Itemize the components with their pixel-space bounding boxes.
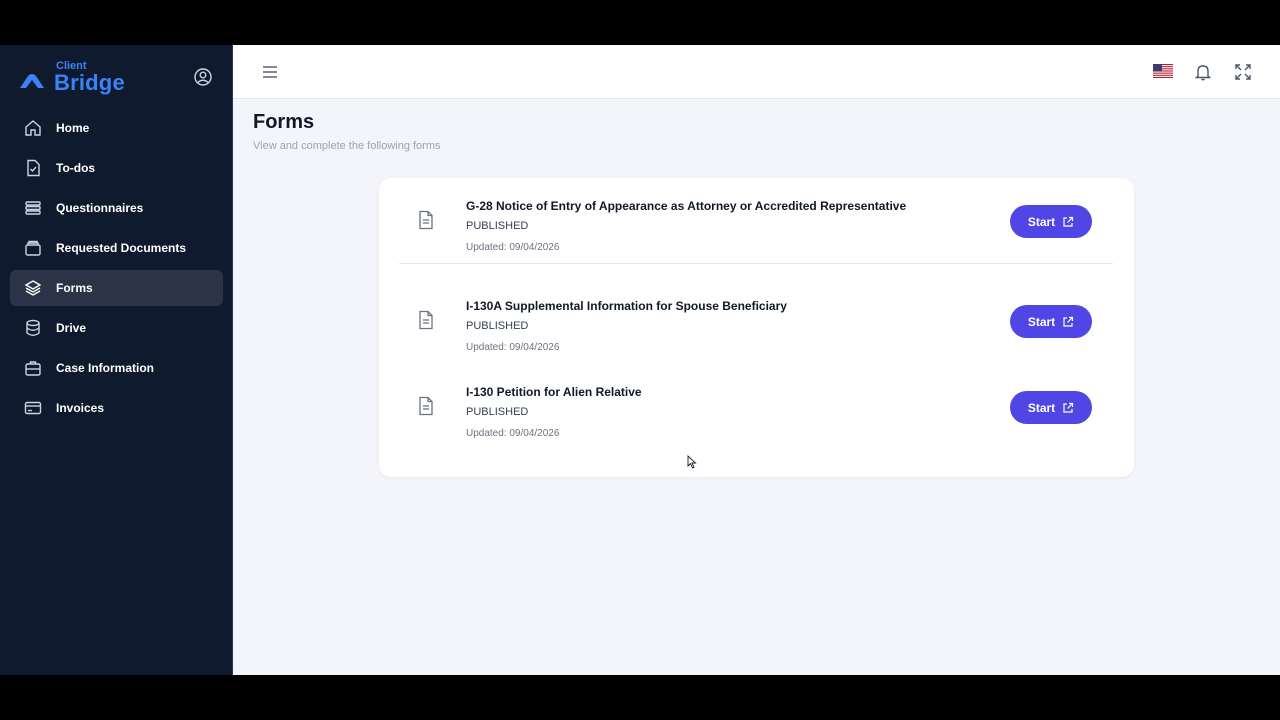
forms-card: G-28 Notice of Entry of Appearance as At… [379,178,1134,477]
sidebar-item-invoices[interactable]: Invoices [10,390,223,426]
credit-card-icon [24,401,42,415]
bell-icon[interactable] [1194,63,1212,81]
fullscreen-icon[interactable] [1234,63,1252,81]
form-row: I-130A Supplemental Information for Spou… [399,285,1113,371]
sidebar-item-requested-documents[interactable]: Requested Documents [10,230,223,266]
mouse-cursor-icon [687,455,697,469]
sidebar-item-label: Invoices [56,401,105,415]
form-title: I-130A Supplemental Information for Spou… [466,299,787,313]
briefcase-icon [25,361,41,376]
sidebar-item-label: To-dos [56,161,96,175]
page-title: Forms [253,111,315,133]
sidebar-item-label: Drive [56,321,87,335]
form-status: PUBLISHED [466,220,529,232]
sidebar-item-home[interactable]: Home [10,110,223,146]
list-icon [25,201,41,215]
start-button-label: Start [1027,214,1056,229]
form-status: PUBLISHED [466,320,529,332]
start-button[interactable]: Start [1010,391,1092,424]
form-status: PUBLISHED [466,406,529,418]
sidebar-item-label: Requested Documents [56,241,187,255]
sidebar-nav: Home To-dos Questionnaires Requested Doc… [10,110,223,430]
sidebar-item-drive[interactable]: Drive [10,310,223,346]
folder-icon [25,240,41,256]
external-link-icon [1063,316,1074,327]
form-title: G-28 Notice of Entry of Appearance as At… [466,199,907,213]
sidebar-item-questionnaires[interactable]: Questionnaires [10,190,223,226]
sidebar-item-label: Case Information [56,361,155,375]
page-subtitle: View and complete the following forms [253,140,441,152]
start-button-label: Start [1027,400,1056,415]
home-icon [25,120,41,136]
form-updated-date: Updated: 09/04/2026 [466,342,560,353]
layers-icon [24,280,42,296]
form-updated-date: Updated: 09/04/2026 [466,242,560,253]
bridge-logo-icon [20,74,44,88]
form-row: I-130 Petition for Alien Relative PUBLIS… [399,371,1113,457]
form-title: I-130 Petition for Alien Relative [466,385,642,399]
document-icon [419,396,433,416]
sidebar-item-case-information[interactable]: Case Information [10,350,223,386]
top-bar [233,45,1280,99]
sidebar-item-label: Forms [56,281,93,295]
document-icon [419,210,433,230]
sidebar-item-label: Home [56,121,90,135]
user-circle-icon[interactable] [194,68,212,86]
start-button-label: Start [1027,314,1056,329]
sidebar-item-todos[interactable]: To-dos [10,150,223,186]
sidebar: Client Bridge Home To-dos Questionnaires [0,45,233,675]
form-updated-date: Updated: 09/04/2026 [466,428,560,439]
main-content: Forms View and complete the following fo… [233,45,1280,675]
external-link-icon [1063,402,1074,413]
external-link-icon [1063,216,1074,227]
app-window: Client Bridge Home To-dos Questionnaires [0,45,1280,675]
start-button[interactable]: Start [1010,305,1092,338]
document-icon [419,310,433,330]
sidebar-item-label: Questionnaires [56,201,144,215]
form-row: G-28 Notice of Entry of Appearance as At… [399,178,1113,264]
start-button[interactable]: Start [1010,205,1092,238]
database-icon [26,319,40,336]
checklist-icon [27,159,40,177]
menu-icon[interactable] [262,65,278,79]
brand-logo[interactable]: Client Bridge [20,61,125,94]
sidebar-item-forms[interactable]: Forms [10,270,223,306]
brand-big-text: Bridge [54,70,125,95]
us-flag-icon[interactable] [1153,64,1173,78]
